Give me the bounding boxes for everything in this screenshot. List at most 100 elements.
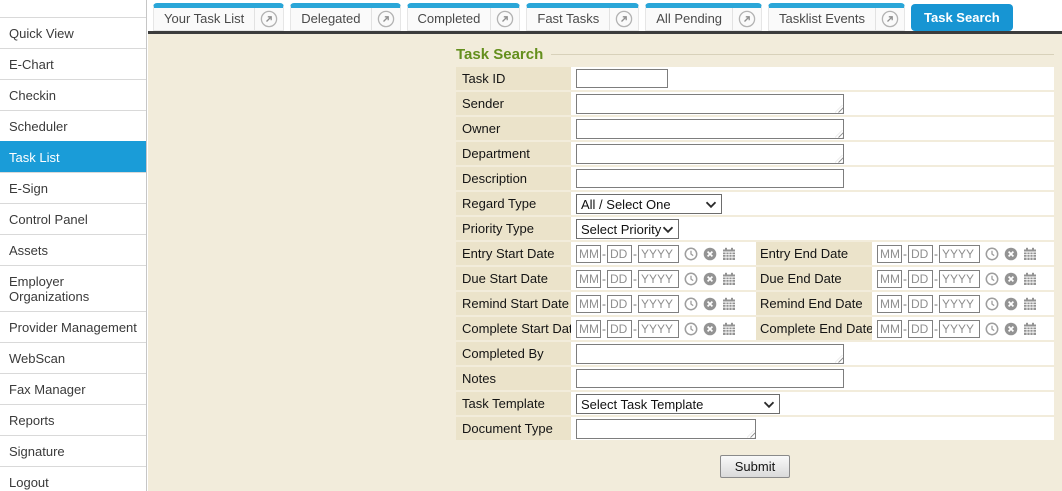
remind-start-date-mm-input[interactable] xyxy=(576,295,601,313)
popout-icon[interactable] xyxy=(254,8,283,30)
clear-icon[interactable] xyxy=(703,297,717,311)
row-description: Description xyxy=(456,167,1054,190)
calendar-icon[interactable] xyxy=(722,322,736,336)
field-cell xyxy=(571,167,1054,190)
complete-start-date-mm-input[interactable] xyxy=(576,320,601,338)
sidebar-item-label: WebScan xyxy=(9,351,65,366)
clear-icon[interactable] xyxy=(1004,272,1018,286)
entry-end-date-mm-input[interactable] xyxy=(877,245,902,263)
row-entry-dates: Entry Start Date - - xyxy=(456,242,1054,265)
due-end-date-yyyy-input[interactable] xyxy=(939,270,980,288)
clock-icon[interactable] xyxy=(684,322,698,336)
clear-icon[interactable] xyxy=(703,272,717,286)
calendar-icon[interactable] xyxy=(722,272,736,286)
remind-end-date-dd-input[interactable] xyxy=(908,295,933,313)
description-input[interactable] xyxy=(576,169,844,188)
tab-all-pending[interactable]: All Pending xyxy=(645,3,762,31)
entry-end-date-yyyy-input[interactable] xyxy=(939,245,980,263)
complete-start-date-yyyy-input[interactable] xyxy=(638,320,679,338)
due-start-date-mm-input[interactable] xyxy=(576,270,601,288)
sidebar-item-assets[interactable]: Assets xyxy=(0,234,146,265)
due-end-date-mm-input[interactable] xyxy=(877,270,902,288)
sidebar-item-logout[interactable]: Logout xyxy=(0,466,146,491)
row-complete-dates: Complete Start Date - - xyxy=(456,317,1054,340)
remind-start-date-yyyy-input[interactable] xyxy=(638,295,679,313)
due-start-date-dd-input[interactable] xyxy=(607,270,632,288)
tab-completed[interactable]: Completed xyxy=(407,3,521,31)
task-template-select[interactable]: Select Task Template xyxy=(576,394,780,414)
complete-start-date-dd-input[interactable] xyxy=(607,320,632,338)
clear-icon[interactable] xyxy=(703,322,717,336)
complete-end-date-mm-input[interactable] xyxy=(877,320,902,338)
sidebar-item-employer-organizations[interactable]: Employer Organizations xyxy=(0,265,146,311)
submit-button[interactable]: Submit xyxy=(720,455,790,478)
clock-icon[interactable] xyxy=(985,247,999,261)
clear-icon[interactable] xyxy=(1004,322,1018,336)
popout-icon[interactable] xyxy=(490,8,519,30)
task-id-input[interactable] xyxy=(576,69,668,88)
clock-icon[interactable] xyxy=(684,272,698,286)
sidebar-item-e-chart[interactable]: E-Chart xyxy=(0,48,146,79)
field-cell: All / Select One xyxy=(571,192,1054,215)
sidebar-item-e-sign[interactable]: E-Sign xyxy=(0,172,146,203)
complete-end-date-dd-input[interactable] xyxy=(908,320,933,338)
remind-end-date-mm-input[interactable] xyxy=(877,295,902,313)
field-cell: Select Priority xyxy=(571,217,1054,240)
sender-textarea[interactable] xyxy=(576,94,844,114)
owner-textarea[interactable] xyxy=(576,119,844,139)
completed-by-textarea[interactable] xyxy=(576,344,844,364)
tab-fast-tasks[interactable]: Fast Tasks xyxy=(526,3,639,31)
calendar-icon[interactable] xyxy=(1023,247,1037,261)
clear-icon[interactable] xyxy=(1004,247,1018,261)
popout-icon[interactable] xyxy=(609,8,638,30)
remind-start-date-dd-input[interactable] xyxy=(607,295,632,313)
row-document-type: Document Type xyxy=(456,417,1054,440)
tab-task-search[interactable]: Task Search xyxy=(911,4,1013,31)
regard-type-select[interactable]: All / Select One xyxy=(576,194,722,214)
sidebar-item-scheduler[interactable]: Scheduler xyxy=(0,110,146,141)
remind-end-date-yyyy-input[interactable] xyxy=(939,295,980,313)
field-cell: Select Task Template xyxy=(571,392,1054,415)
sidebar-item-reports[interactable]: Reports xyxy=(0,404,146,435)
sidebar-item-provider-management[interactable]: Provider Management xyxy=(0,311,146,342)
sidebar-item-quick-view[interactable]: Quick View xyxy=(0,17,146,48)
due-start-date-yyyy-input[interactable] xyxy=(638,270,679,288)
popout-icon[interactable] xyxy=(875,8,904,30)
popout-icon[interactable] xyxy=(371,8,400,30)
sidebar-item-fax-manager[interactable]: Fax Manager xyxy=(0,373,146,404)
clock-icon[interactable] xyxy=(985,322,999,336)
clock-icon[interactable] xyxy=(985,297,999,311)
calendar-icon[interactable] xyxy=(1023,297,1037,311)
calendar-icon[interactable] xyxy=(1023,322,1037,336)
tab-tasklist-events[interactable]: Tasklist Events xyxy=(768,3,905,31)
sidebar-item-task-list[interactable]: Task List xyxy=(0,141,146,172)
clear-icon[interactable] xyxy=(703,247,717,261)
sidebar-item-checkin[interactable]: Checkin xyxy=(0,79,146,110)
row-regard-type: Regard Type All / Select One xyxy=(456,192,1054,215)
due-end-date-dd-input[interactable] xyxy=(908,270,933,288)
sidebar-list: Quick View E-Chart Checkin Scheduler Tas… xyxy=(0,17,146,491)
clock-icon[interactable] xyxy=(684,297,698,311)
priority-type-select[interactable]: Select Priority xyxy=(576,219,679,239)
calendar-icon[interactable] xyxy=(722,247,736,261)
complete-end-date-yyyy-input[interactable] xyxy=(939,320,980,338)
entry-end-date-dd-input[interactable] xyxy=(908,245,933,263)
clock-icon[interactable] xyxy=(985,272,999,286)
sidebar-item-webscan[interactable]: WebScan xyxy=(0,342,146,373)
calendar-icon[interactable] xyxy=(722,297,736,311)
calendar-icon[interactable] xyxy=(1023,272,1037,286)
entry-start-date-yyyy-input[interactable] xyxy=(638,245,679,263)
tab-delegated[interactable]: Delegated xyxy=(290,3,400,31)
tab-your-task-list[interactable]: Your Task List xyxy=(153,3,284,31)
entry-start-date-dd-input[interactable] xyxy=(607,245,632,263)
clear-icon[interactable] xyxy=(1004,297,1018,311)
notes-input[interactable] xyxy=(576,369,844,388)
document-type-textarea[interactable] xyxy=(576,419,756,439)
entry-start-date-mm-input[interactable] xyxy=(576,245,601,263)
sidebar-item-signature[interactable]: Signature xyxy=(0,435,146,466)
clock-icon[interactable] xyxy=(684,247,698,261)
date-separator: - xyxy=(934,322,938,336)
popout-icon[interactable] xyxy=(732,8,761,30)
sidebar-item-control-panel[interactable]: Control Panel xyxy=(0,203,146,234)
department-textarea[interactable] xyxy=(576,144,844,164)
